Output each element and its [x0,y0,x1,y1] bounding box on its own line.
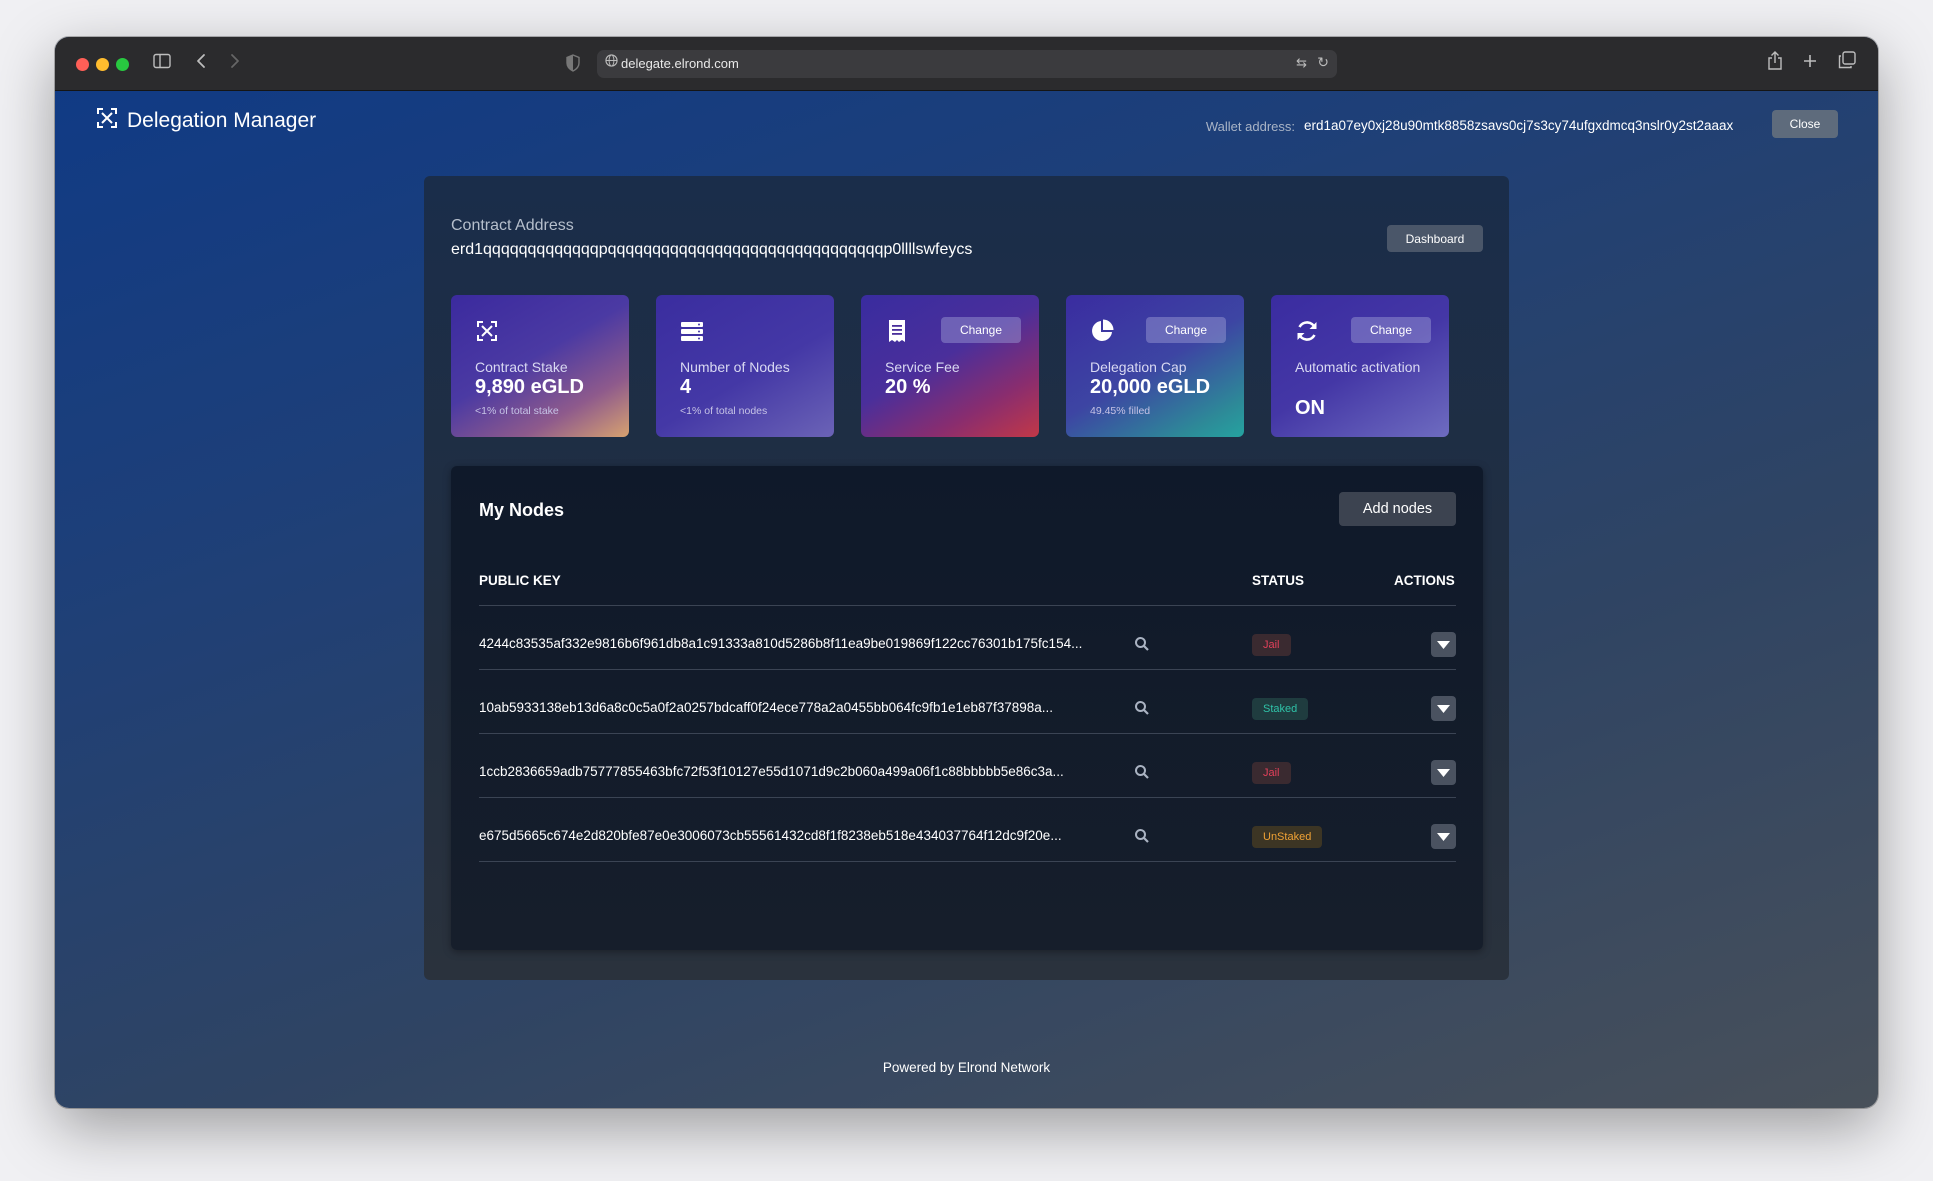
service-fee-card: Change Service Fee 20 % [861,295,1039,437]
card-value: 4 [680,376,692,398]
node-public-key: 1ccb2836659adb75777855463bfc72f53f10127e… [479,764,1064,779]
tab-overview-icon[interactable] [1838,51,1856,75]
search-icon[interactable] [1134,828,1150,844]
number-of-nodes-card: Number of Nodes 4 <1% of total nodes [656,295,834,437]
translate-icon[interactable]: ⇆ [1296,55,1307,71]
minimize-window-button[interactable] [96,58,109,71]
row-actions-dropdown[interactable] [1431,760,1456,785]
status-badge: Jail [1252,762,1291,784]
browser-window: delegate.elrond.com ⇆ ↻ Delegation Manag… [55,37,1878,1108]
row-actions-dropdown[interactable] [1431,824,1456,849]
reload-icon[interactable]: ↻ [1317,54,1329,71]
search-icon[interactable] [1134,700,1150,716]
card-label: Contract Stake [475,359,568,375]
card-subtext: 49.45% filled [1090,405,1151,417]
node-public-key: e675d5665c674e2d820bfe87e0e3006073cb5556… [479,828,1062,843]
contract-stake-card: Contract Stake 9,890 eGLD <1% of total s… [451,295,629,437]
row-actions-dropdown[interactable] [1431,696,1456,721]
change-automatic-activation-button[interactable]: Change [1351,317,1431,343]
close-button[interactable]: Close [1772,110,1838,138]
refresh-icon [1295,319,1319,343]
back-icon[interactable] [195,51,207,75]
change-service-fee-button[interactable]: Change [941,317,1021,343]
url-text: delegate.elrond.com [621,56,739,71]
card-label: Automatic activation [1295,359,1421,375]
card-label: Delegation Cap [1090,359,1187,375]
app-header: Delegation Manager Wallet address: erd1a… [55,91,1878,151]
node-public-key: 4244c83535af332e9816b6f961db8a1c91333a81… [479,636,1083,651]
add-nodes-button[interactable]: Add nodes [1339,492,1456,526]
server-stack-icon [680,319,704,343]
change-delegation-cap-button[interactable]: Change [1146,317,1226,343]
status-badge: UnStaked [1252,826,1323,848]
receipt-icon [885,319,909,343]
contract-address-value: erd1qqqqqqqqqqqqqpqqqqqqqqqqqqqqqqqqqqqq… [451,241,973,258]
app-title: Delegation Manager [127,108,317,132]
wallet-address: erd1a07ey0xj28u90mtk8858zsavs0cj7s3cy74u… [1304,118,1734,133]
column-header-actions: ACTIONS [1394,573,1455,588]
close-window-button[interactable] [76,58,89,71]
maximize-window-button[interactable] [116,58,129,71]
table-row: e675d5665c674e2d820bfe87e0e3006073cb5556… [479,798,1456,877]
share-icon[interactable] [1767,51,1783,77]
dashboard-button[interactable]: Dashboard [1387,225,1483,252]
my-nodes-title: My Nodes [479,500,565,520]
node-public-key: 10ab5933138eb13d6a8c0c5a0f2a0257bdcaff0f… [479,700,1054,715]
card-label: Service Fee [885,359,960,375]
browser-toolbar: delegate.elrond.com ⇆ ↻ [55,37,1878,91]
elrond-logo-icon [95,106,119,135]
contract-panel: Contract Address erd1qqqqqqqqqqqqqpqqqqq… [424,176,1509,980]
status-badge: Staked [1252,698,1309,720]
footer-text: Powered by Elrond Network [882,1060,1051,1075]
card-subtext: <1% of total nodes [680,405,768,417]
card-value: 20,000 eGLD [1090,376,1211,398]
card-label: Number of Nodes [680,359,790,375]
address-bar[interactable]: delegate.elrond.com ⇆ ↻ [597,50,1337,78]
divider [479,861,1456,862]
row-actions-dropdown[interactable] [1431,632,1456,657]
card-value: 9,890 eGLD [475,376,584,398]
sidebar-toggle-icon[interactable] [153,51,171,75]
chevron-down-icon [1437,640,1450,649]
new-tab-icon[interactable] [1802,51,1818,75]
forward-icon[interactable] [229,51,241,75]
chevron-down-icon [1437,832,1450,841]
wallet-label: Wallet address: [1205,119,1295,134]
brand[interactable]: Delegation Manager [95,106,316,135]
delegation-cap-card: Change Delegation Cap 20,000 eGLD 49.45%… [1066,295,1244,437]
my-nodes-section: My Nodes Add nodes PUBLIC KEY STATUS ACT… [451,466,1483,950]
automatic-activation-card: Change Automatic activation ON [1271,295,1449,437]
globe-icon [605,54,618,72]
status-badge: Jail [1252,634,1291,656]
card-value: 20 % [885,376,931,398]
elrond-logo-icon [475,319,499,343]
card-subtext: <1% of total stake [475,405,559,417]
search-icon[interactable] [1134,764,1150,780]
search-icon[interactable] [1134,636,1150,652]
contract-address-label: Contract Address [451,217,574,234]
card-value: ON [1295,397,1325,419]
column-header-status: STATUS [1252,573,1304,588]
pie-chart-icon [1090,319,1114,343]
chevron-down-icon [1437,768,1450,777]
column-header-public-key: PUBLIC KEY [479,573,561,588]
chevron-down-icon [1437,704,1450,713]
privacy-shield-icon[interactable] [566,54,580,72]
